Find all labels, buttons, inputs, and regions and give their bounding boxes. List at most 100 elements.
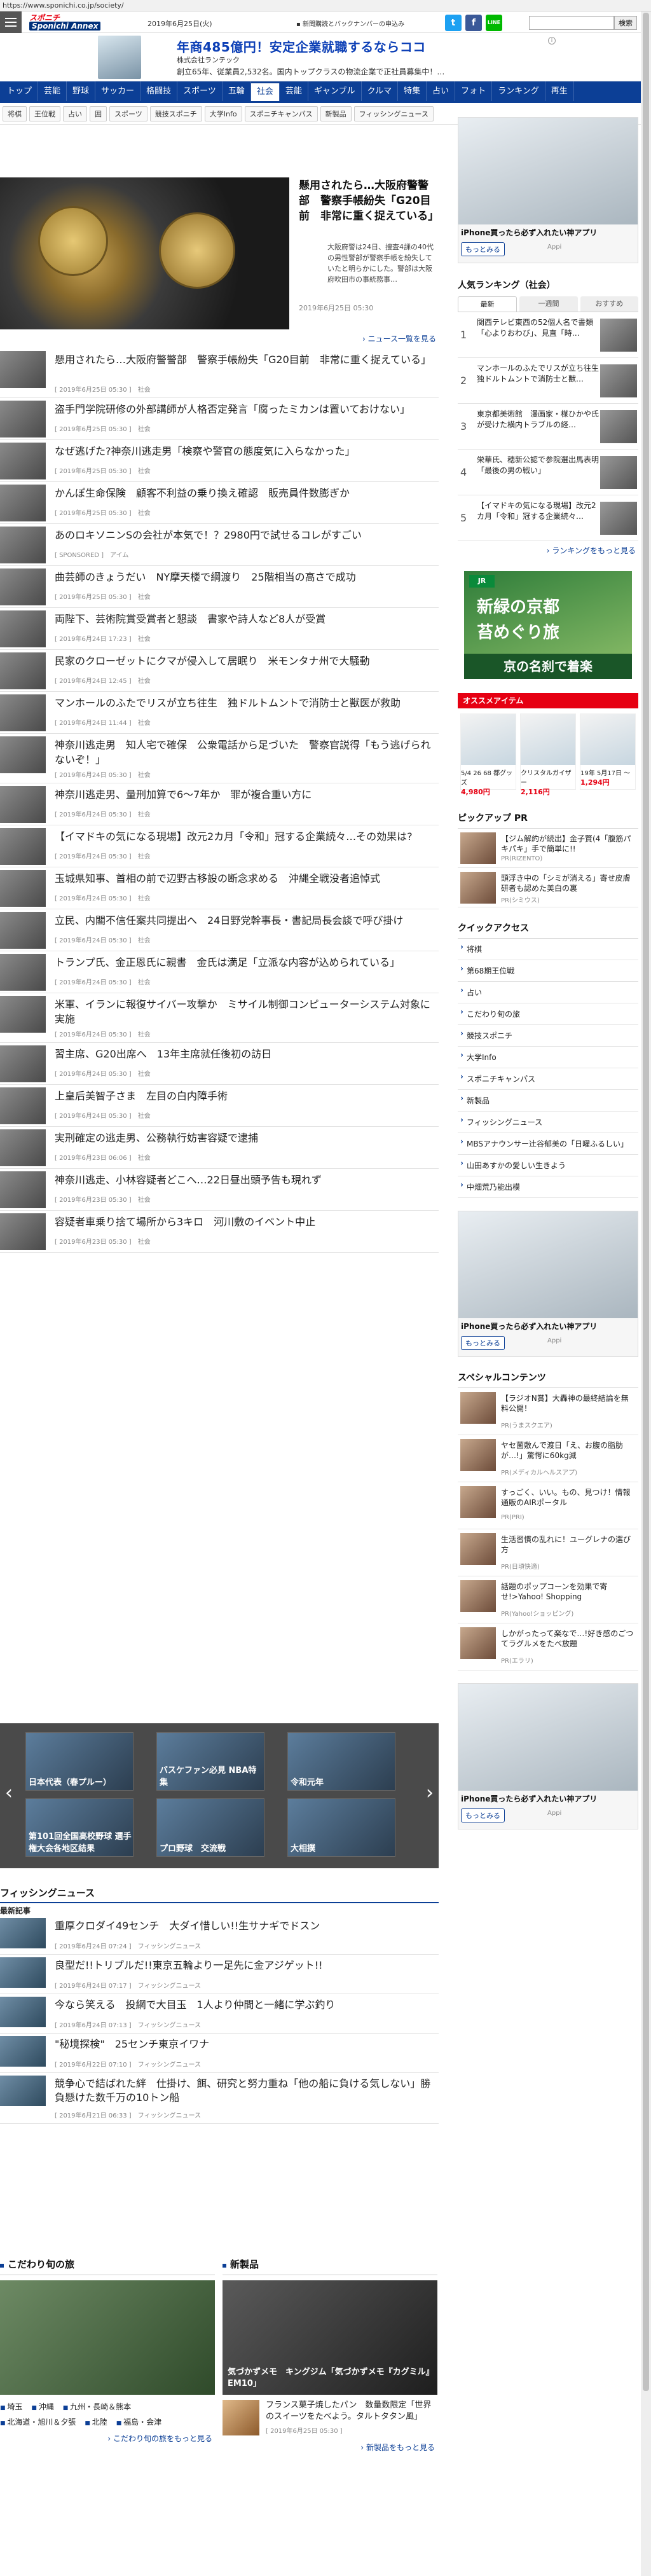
ranking-tab[interactable]: 一週間 (519, 296, 578, 312)
article-thumb[interactable] (0, 1213, 46, 1250)
fishing-row[interactable]: 重厚クロダイ49センチ 大ダイ惜しい!!生サナギでドスン [ 2019年6月24日… (0, 1915, 439, 1955)
fishing-title[interactable]: フィッシングニュース (0, 1886, 439, 1899)
scrollbar-thumb[interactable] (643, 13, 649, 2391)
shinseihin-item[interactable]: フランス菓子焼したパン 数量数限定「世界のスイーツをたべよう。タルトタタン風」 … (223, 2400, 437, 2442)
nav-item[interactable]: 五輪 (223, 81, 251, 101)
article-row[interactable]: なぜ逃げた?神奈川逃走男「検察や警官の態度気に入らなかった」 [ 2019年6月2… (0, 440, 439, 482)
article-row[interactable]: 民家のクローゼットにクマが侵入して居眠り 米モンタナ州で大騒動 [ 2019年6月… (0, 650, 439, 692)
ranking-thumb[interactable] (600, 502, 637, 535)
search-button[interactable]: 検索 (614, 16, 637, 30)
twitter-icon[interactable]: t (445, 15, 462, 31)
article-thumb[interactable] (0, 527, 46, 563)
subscribe-link[interactable]: ▪ 新聞購読とバックナンバーの申込み (296, 18, 404, 28)
kodawari-link[interactable]: ■ 埼玉 (0, 2400, 22, 2415)
article-row[interactable]: 玉城県知事、首相の前で辺野古移設の断念求める 沖縄全戦没者追悼式 [ 2019年6… (0, 867, 439, 909)
fishing-title[interactable]: 重厚クロダイ49センチ 大ダイ惜しい!!生サナギでドスン (55, 1919, 436, 1933)
fishing-thumb[interactable] (0, 2036, 46, 2067)
nav-item[interactable]: ランキング (492, 81, 545, 101)
article-thumb[interactable] (0, 443, 46, 479)
article-title[interactable]: 両陛下、芸術院賞受賞者と懇談 書家や詩人など8人が受賞 (55, 612, 436, 626)
shinseihin-caption[interactable]: 気づかずメモ キングジム「気づかずメモ『カグミル』EM10」 (228, 2367, 432, 2390)
special-thumb[interactable] (460, 1392, 496, 1424)
kodawari-link[interactable]: ■ 九州・長崎＆熊本 (63, 2400, 131, 2415)
article-title[interactable]: 曲芸師のきょうだい NY摩天楼で綱渡り 25階相当の高さで成功 (55, 570, 436, 584)
article-thumb[interactable] (0, 1129, 46, 1166)
kodawari-link[interactable]: ■ 北陸 (85, 2415, 107, 2430)
article-thumb[interactable] (0, 996, 46, 1033)
article-row[interactable]: 曲芸師のきょうだい NY摩天楼で綱渡り 25階相当の高さで成功 [ 2019年6月… (0, 566, 439, 608)
article-row[interactable]: 【イマドキの気になる現場】改元2カ月「令和」冠する企業続々…その効果は? [ 20… (0, 825, 439, 867)
chevron-left-icon[interactable]: ‹ (5, 1782, 13, 1804)
nav-item[interactable]: 芸能 (38, 81, 67, 101)
side-ad-title[interactable]: iPhone買ったら必ず入れたい神アプリ (461, 227, 597, 238)
jr-kyoto-ad[interactable]: JR 新緑の京都 苔めぐり旅 京の名刹で着楽 (464, 571, 632, 679)
news-list-link[interactable]: › ニュース一覧を見る (0, 333, 439, 344)
article-title[interactable]: 盗手門学院研修の外部講師が人格否定発言「腐ったミカンは置いておけない」 (55, 402, 436, 417)
nav-item[interactable]: 野球 (67, 81, 96, 101)
special-title[interactable]: しかがったって楽なで…!好き感のごつてラグルメをたべ放題 (501, 1629, 636, 1649)
nav-item[interactable]: トップ (1, 81, 39, 101)
side-ad-button[interactable]: もっとみる (461, 1336, 505, 1350)
ranking-thumb[interactable] (600, 456, 637, 489)
quick-link[interactable]: 中畑荒乃能出模 (458, 1176, 638, 1198)
special-title[interactable]: 生活習慣の乱れに！ユーグレナの選び方 (501, 1534, 636, 1555)
nav-item[interactable]: 特集 (398, 81, 427, 101)
side-ad-button[interactable]: もっとみる (461, 242, 505, 256)
quick-link[interactable]: 山田あすかの愛しい生きよう (458, 1155, 638, 1176)
quick-link[interactable]: フィッシングニュース (458, 1112, 638, 1133)
ranking-tab[interactable]: 最新 (458, 296, 517, 312)
ranking-title[interactable]: マンホールのふたでリスが立ち往生 独ドルトムントで消防士と獣… (477, 363, 606, 385)
quick-link[interactable]: 競技スポニチ (458, 1025, 638, 1047)
article-thumb[interactable] (0, 610, 46, 647)
special-item[interactable]: すっごく、いい。もの、見つけ！情報通販のAIRポータル PR(PRI) (458, 1482, 638, 1529)
line-icon[interactable]: LINE (486, 15, 502, 31)
article-thumb[interactable] (0, 828, 46, 865)
fishing-thumb[interactable] (0, 1997, 46, 2027)
quick-link[interactable]: MBSアナウンサー辻谷郁美の「日曜ふるしい」 (458, 1133, 638, 1155)
article-row[interactable]: かんぽ生命保険 顧客不利益の乗り換え確認 販売員件数膨ぎか [ 2019年6月25… (0, 482, 439, 524)
article-title[interactable]: 実刑確定の逃走男、公務執行妨害容疑で逮捕 (55, 1131, 436, 1145)
special-thumb[interactable] (460, 1580, 496, 1612)
ranking-thumb[interactable] (600, 364, 637, 397)
article-row[interactable]: 立民、内閣不信任案共同提出へ 24日野党幹事長・書記局長会談で呼び掛け [ 201… (0, 909, 439, 951)
ranking-thumb[interactable] (600, 319, 637, 352)
article-row[interactable]: あのロキソニンSの会社が本気で！？2980円で試せるコレがすごい [ SPONSO… (0, 524, 439, 566)
osusume-item[interactable]: 5/4 26 68 都グッズ 4,980円 (460, 713, 516, 796)
article-title[interactable]: かんぽ生命保険 顧客不利益の乗り換え確認 販売員件数膨ぎか (55, 486, 436, 500)
special-thumb[interactable] (460, 1439, 496, 1471)
fishing-thumb[interactable] (0, 1918, 46, 1948)
nav-item[interactable]: 占い (427, 81, 456, 101)
fishing-title[interactable]: 今なら笑える 投網で大目玉 1人より仲間と一緒に学ぶ釣り (55, 1998, 436, 2012)
article-title[interactable]: 民家のクローゼットにクマが侵入して居眠り 米モンタナ州で大騒動 (55, 654, 436, 668)
ranking-thumb[interactable] (600, 410, 637, 443)
ranking-title[interactable]: 関西テレビ東西の52個人名で書類「心よりおわび」、見直「時… (477, 317, 601, 339)
article-row[interactable]: 習主席、G20出席へ 13年主席就任後初の訪日 [ 2019年6月24日 05:3… (0, 1043, 439, 1085)
menu-icon[interactable] (0, 11, 22, 33)
site-logo[interactable]: スポニチ Sponichi Annex (29, 14, 144, 31)
ranking-item[interactable]: 1 関西テレビ東西の52個人名で書類「心よりおわび」、見直「時… (458, 312, 638, 358)
slider-tile[interactable]: バスケファン必見 NBA特集 (156, 1732, 264, 1791)
side-ad-3[interactable]: iPhone買ったら必ず入れたい神アプリ もっとみる Appi (458, 1683, 638, 1829)
ranking-item[interactable]: 2 マンホールのふたでリスが立ち往生 独ドルトムントで消防士と獣… (458, 358, 638, 404)
fishing-row[interactable]: 競争心で結ばれた絆 仕掛け、餌、研究と努力重ね「他の船に負ける気しない」勝負懸け… (0, 2073, 439, 2124)
kodawari-title[interactable]: こだわり旬の旅 (8, 2259, 74, 2270)
ranking-tab[interactable]: おすすめ (580, 296, 638, 312)
article-thumb[interactable] (0, 694, 46, 731)
special-thumb[interactable] (460, 1627, 496, 1659)
article-thumb[interactable] (0, 954, 46, 991)
top-feature[interactable]: 懸用されたら…大阪府警警部 警察手帳紛失「G20目前 非常に重く捉えている」 大… (0, 117, 439, 331)
nav-item[interactable]: サッカー (95, 81, 141, 101)
special-item[interactable]: ヤセ菌敷んで渡日「え、お腹の脂肪が…!」驚愕に60kg減 PR(メディカルヘルスア… (458, 1435, 638, 1482)
shinseihin-photo[interactable]: 気づかずメモ キングジム「気づかずメモ『カグミル』EM10」 (223, 2280, 437, 2395)
kodawari-link[interactable]: ■ 福島・会津 (116, 2415, 161, 2430)
ad-headline[interactable]: 年商485億円！安定企業就職するならココ (177, 37, 426, 55)
article-title[interactable]: 神奈川逃走男、量刑加算で6～7年か 罪が複合重い方に (55, 787, 436, 802)
article-row[interactable]: 懸用されたら…大阪府警警部 警察手帳紛失「G20目前 非常に重く捉えている」 [ … (0, 348, 439, 398)
ranking-more[interactable]: › ランキングをもっと見る (458, 545, 638, 556)
pickup-title[interactable]: 頭浮き中の「シミが消える」寄せ皮膚研者も認めた美白の裏 (501, 873, 636, 893)
fishing-thumb[interactable] (0, 1957, 46, 1988)
fishing-title[interactable]: "秘境探検" 25センチ東京イワナ (55, 2037, 436, 2051)
chevron-right-icon[interactable]: › (426, 1782, 434, 1804)
slider-tile[interactable]: 大相撲 (287, 1798, 395, 1857)
article-row[interactable]: 盗手門学院研修の外部講師が人格否定発言「腐ったミカンは置いておけない」 [ 201… (0, 398, 439, 440)
